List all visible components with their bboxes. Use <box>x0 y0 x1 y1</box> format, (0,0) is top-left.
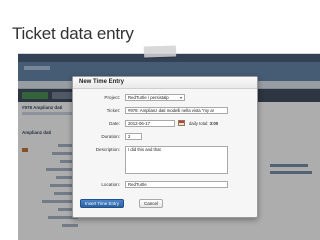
duration-field[interactable]: 2 <box>125 133 142 140</box>
ticket-label: Ticket: <box>106 108 120 113</box>
description-label: Description: <box>95 147 120 152</box>
date-field[interactable]: 2012-06-17 <box>125 120 175 127</box>
location-label: Location: <box>101 182 120 187</box>
project-value: RedTurtle / persistalp <box>128 95 169 100</box>
daily-total: daily total: 3:00 <box>189 121 218 126</box>
date-label: Date: <box>109 121 120 126</box>
location-field[interactable]: RedTurtle <box>125 181 228 188</box>
insert-time-entry-button[interactable]: Insert Time Entry <box>80 199 125 208</box>
daily-total-label: daily total: <box>189 121 209 126</box>
cancel-button[interactable]: Cancel <box>139 199 164 208</box>
dialog-title: New Time Entry <box>73 77 257 89</box>
slide-title: Ticket data entry <box>12 24 134 43</box>
duration-label: Duration: <box>101 134 120 139</box>
calendar-icon[interactable] <box>178 120 185 126</box>
project-label: Project: <box>104 95 120 100</box>
ticket-field[interactable]: #978: Amplianz dati modelli nella vista … <box>125 107 228 114</box>
chevron-down-icon: ▾ <box>179 95 182 100</box>
new-time-entry-dialog: New Time Entry Project: RedTurtle / pers… <box>72 76 258 218</box>
tape-decoration <box>143 45 177 58</box>
daily-total-value: 3:00 <box>209 121 219 126</box>
project-select[interactable]: RedTurtle / persistalp ▾ <box>125 94 185 101</box>
screenshot-frame: #978 Amplianz dati Amplianz dati New Tim… <box>18 53 320 240</box>
description-textarea[interactable]: I did this and that <box>125 146 228 174</box>
